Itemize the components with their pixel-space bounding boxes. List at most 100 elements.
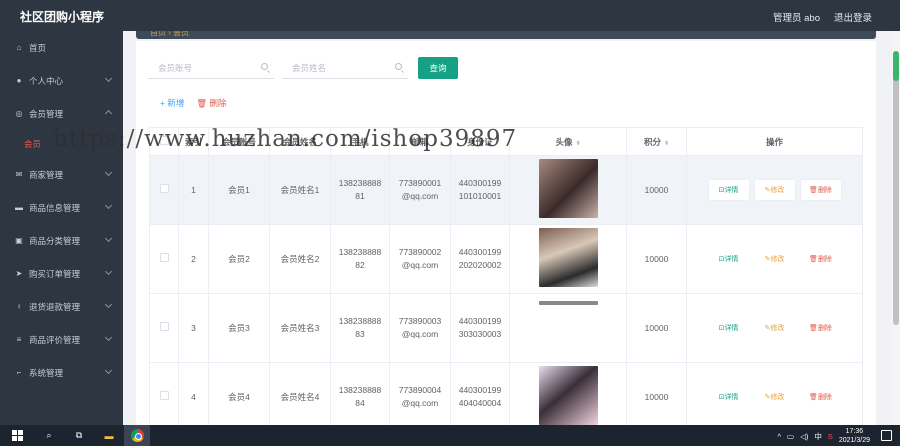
ime-indicator[interactable]: 中 [814, 431, 822, 442]
query-button[interactable]: 查询 [418, 57, 458, 79]
sidebar-item-merchants[interactable]: ✉ 商家管理 [0, 158, 123, 191]
system-tray: ^ ▭ ◁) 中 S 17:36 2021/3/29 [777, 427, 870, 445]
column-header: 手机 [330, 127, 390, 156]
member-table: 索引 会员账号 会员姓名 手机 邮箱 身份证 头像 ⬍ 积分 ⬍ 操作 1 会员1 … [149, 127, 863, 425]
delete-button[interactable]: 🗑 删除 [800, 180, 841, 200]
search-icon[interactable]: ⌕ [42, 429, 56, 443]
avatar [538, 301, 598, 305]
notification-icon[interactable] [881, 430, 892, 441]
column-header: 会员账号 [208, 127, 270, 156]
detail-button[interactable]: ⊡ 详情 [708, 387, 749, 407]
image-icon: ▣ [15, 236, 23, 245]
sidebar-item-reviews[interactable]: ≡ 商品评价管理 [0, 323, 123, 356]
chevron-down-icon [104, 74, 113, 83]
task-view-icon[interactable]: ⧉ [72, 429, 86, 443]
row-phone: 138238888 82 [330, 224, 390, 294]
edit-button[interactable]: ✎ 修改 [754, 387, 795, 407]
row-email: 773890004 @qq.com [389, 362, 451, 425]
row-phone: 138238888 83 [330, 293, 390, 363]
batch-delete-button[interactable]: 🗑 删除 [196, 97, 226, 109]
detail-button[interactable]: ⊡ 详情 [708, 249, 749, 269]
monitor-icon: ▬ [15, 203, 23, 212]
file-explorer-icon[interactable]: ▬ [102, 429, 116, 443]
row-index: 3 [178, 293, 209, 363]
home-icon: ⌂ [16, 43, 22, 52]
bulb-icon: ♀ [16, 302, 22, 311]
select-all-checkbox[interactable] [159, 136, 169, 145]
page-scrollbar[interactable] [892, 31, 900, 425]
chevron-down-icon [104, 201, 113, 210]
edit-button[interactable]: ✎ 修改 [754, 318, 795, 338]
column-header: 会员姓名 [269, 127, 331, 156]
sidebar-item-orders[interactable]: ➤ 购买订单管理 [0, 257, 123, 290]
add-button[interactable]: + 新增 [160, 97, 184, 109]
row-phone: 138238888 81 [330, 155, 390, 225]
column-header: 操作 [686, 127, 863, 156]
sidebar-subitem-member[interactable]: 会员 [0, 130, 123, 158]
detail-button[interactable]: ⊡ 详情 [708, 180, 749, 200]
row-index: 2 [178, 224, 209, 294]
table-row[interactable]: 3 会员3 会员姓名3 138238888 83 773890003 @qq.com… [149, 293, 863, 363]
sidebar-item-members[interactable]: ◎ 会员管理 [0, 97, 123, 130]
avatar [538, 365, 598, 425]
sidebar-item-profile[interactable]: ● 个人中心 [0, 64, 123, 97]
select-all-header[interactable] [149, 127, 179, 156]
volume-icon[interactable]: ◁) [800, 432, 808, 441]
column-header-avatar[interactable]: 头像 ⬍ [509, 127, 627, 156]
chrome-taskbar-button[interactable] [124, 425, 150, 446]
chrome-icon [130, 429, 144, 442]
logout-link[interactable]: 退出登录 [834, 10, 872, 24]
sidebar-item-system[interactable]: ⌐ 系统管理 [0, 356, 123, 389]
column-header: 身份证 [450, 127, 510, 156]
sidebar-item-home[interactable]: ⌂ 首页 [0, 31, 123, 64]
member-account-input[interactable]: 会员账号 [148, 57, 274, 79]
search-bar: 会员账号 会员姓名 查询 [148, 57, 458, 79]
network-icon[interactable]: ▭ [787, 432, 794, 441]
detail-button[interactable]: ⊡ 详情 [708, 318, 749, 338]
chevron-up-icon[interactable]: ^ [777, 432, 781, 441]
row-account: 会员4 [208, 362, 270, 425]
row-checkbox[interactable] [159, 321, 169, 331]
send-icon: ➤ [15, 269, 23, 278]
sidebar-item-categories[interactable]: ▣ 商品分类管理 [0, 224, 123, 257]
system-clock[interactable]: 17:36 2021/3/29 [839, 427, 870, 445]
row-idcard: 440300199 303030003 [450, 293, 510, 363]
sidebar-item-refunds[interactable]: ♀ 退货退款管理 [0, 290, 123, 323]
row-checkbox[interactable] [159, 252, 169, 262]
row-checkbox[interactable] [159, 183, 169, 193]
antivirus-icon[interactable]: S [828, 432, 833, 441]
row-account: 会员2 [208, 224, 270, 294]
chevron-up-icon [104, 109, 113, 118]
row-avatar [509, 362, 627, 425]
row-name: 会员姓名3 [269, 293, 331, 363]
member-name-input[interactable]: 会员姓名 [282, 57, 408, 79]
windows-taskbar: ⌕ ⧉ ▬ ^ ▭ ◁) 中 S 17:36 2021/3/29 [0, 425, 900, 446]
edit-button[interactable]: ✎ 修改 [754, 180, 795, 200]
edit-button[interactable]: ✎ 修改 [754, 249, 795, 269]
sidebar-item-products[interactable]: ▬ 商品信息管理 [0, 191, 123, 224]
delete-button[interactable]: 🗑 删除 [800, 249, 841, 269]
row-account: 会员1 [208, 155, 270, 225]
table-row[interactable]: 1 会员1 会员姓名1 138238888 81 773890001 @qq.com… [149, 155, 863, 225]
avatar [538, 227, 598, 287]
sort-icon[interactable]: ⬍ [664, 140, 669, 147]
chevron-down-icon [104, 234, 113, 243]
list-icon: ≡ [16, 335, 22, 344]
row-checkbox[interactable] [159, 390, 169, 400]
row-avatar [509, 224, 627, 294]
column-header: 索引 [178, 127, 209, 156]
delete-button[interactable]: 🗑 删除 [800, 387, 841, 407]
breadcrumb-current: 会员 [173, 31, 190, 37]
sort-icon[interactable]: ⬍ [575, 140, 580, 147]
table-row[interactable]: 4 会员4 会员姓名4 138238888 84 773890004 @qq.com… [149, 362, 863, 425]
column-header-points[interactable]: 积分 ⬍ [626, 127, 687, 156]
row-idcard: 440300199 101010001 [450, 155, 510, 225]
table-row[interactable]: 2 会员2 会员姓名2 138238888 82 773890002 @qq.com… [149, 224, 863, 294]
delete-button[interactable]: 🗑 删除 [800, 318, 841, 338]
windows-start-icon[interactable] [10, 429, 24, 443]
scrollbar-thumb[interactable] [893, 55, 899, 325]
breadcrumb: 首页 › 会员 [136, 31, 876, 39]
breadcrumb-home[interactable]: 首页 [150, 31, 166, 37]
mail-icon: ✉ [15, 170, 23, 179]
top-bar: 社区团购小程序 管理员 abo 退出登录 [0, 0, 900, 31]
